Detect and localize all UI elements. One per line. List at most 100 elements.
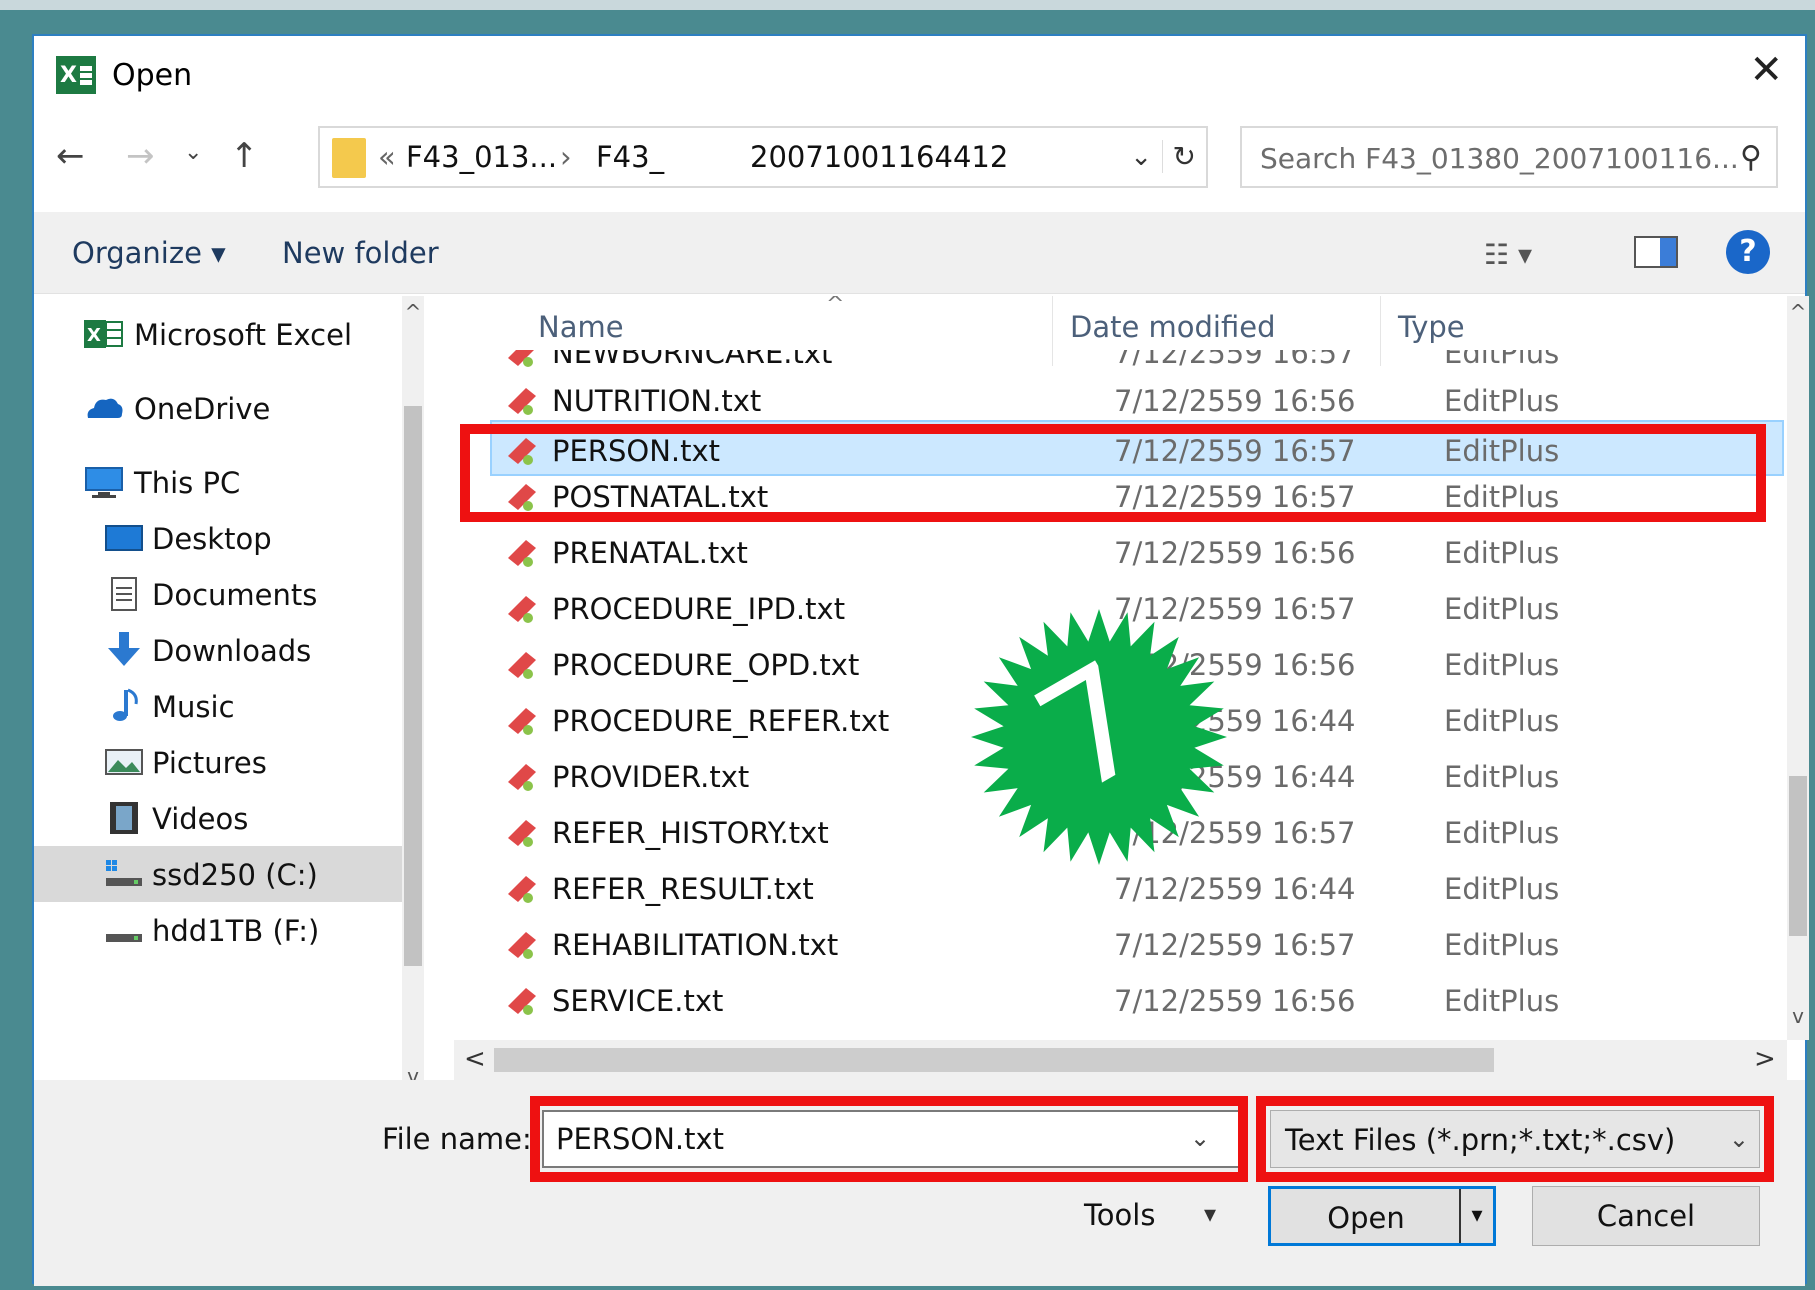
sidebar-scroll-up-icon[interactable]: ^: [402, 300, 424, 324]
sidebar-item-ssd250[interactable]: ssd250 (C:): [34, 846, 414, 902]
file-row[interactable]: REFER_RESULT.txt 7/12/2559 16:44 EditPlu…: [454, 860, 1784, 916]
sidebar-item-documents[interactable]: Documents: [34, 566, 414, 622]
scroll-down-icon[interactable]: v: [1787, 1004, 1809, 1028]
sidebar-item-hdd1tb[interactable]: hdd1TB (F:): [34, 902, 414, 958]
file-name-label: File name:: [382, 1122, 532, 1156]
recent-locations-icon[interactable]: ⌄: [184, 140, 202, 165]
scroll-right-icon[interactable]: >: [1754, 1044, 1776, 1074]
pc-icon: [85, 467, 123, 498]
pictures-icon: [105, 749, 143, 775]
sidebar-item-label: ssd250 (C:): [152, 858, 318, 892]
open-dialog: X Open ✕ ← → ⌄ ↑ « F43_013... › F43_ 200…: [32, 34, 1809, 1286]
file-list-vertical-scrollbar[interactable]: ^ v: [1787, 296, 1809, 1040]
sidebar-item-this-pc[interactable]: This PC: [34, 454, 414, 510]
tools-menu[interactable]: Tools: [1084, 1198, 1155, 1232]
sidebar-item-onedrive[interactable]: OneDrive: [34, 380, 414, 436]
tools-dropdown-icon[interactable]: ▾: [1204, 1200, 1216, 1228]
breadcrumb-item-2-prefix[interactable]: F43_: [596, 140, 664, 174]
sidebar-item-desktop[interactable]: Desktop: [34, 510, 414, 566]
file-date: 7/12/2559 16:44: [1114, 872, 1356, 906]
breadcrumb-separator[interactable]: ›: [560, 140, 572, 174]
editplus-file-icon: [508, 820, 536, 847]
help-icon[interactable]: ?: [1726, 230, 1770, 274]
sidebar-item-videos[interactable]: Videos: [34, 790, 414, 846]
search-placeholder: Search F43_01380_2007100116...: [1260, 142, 1739, 175]
file-type-filter-select[interactable]: Text Files (*.prn;*.txt;*.csv) ⌄: [1270, 1110, 1760, 1168]
refresh-icon[interactable]: ↻: [1161, 140, 1196, 173]
excel-icon: X: [84, 320, 123, 348]
vertical-scroll-thumb[interactable]: [1789, 776, 1807, 936]
horizontal-scroll-thumb[interactable]: [494, 1048, 1494, 1072]
editplus-file-icon: [508, 708, 536, 735]
open-button[interactable]: Open ▾: [1268, 1186, 1496, 1246]
file-date: 7/12/2559 16:56: [1114, 536, 1356, 570]
sidebar-item-microsoft-excel[interactable]: X Microsoft Excel: [34, 306, 414, 362]
file-list-horizontal-scrollbar[interactable]: < >: [454, 1040, 1787, 1080]
back-icon[interactable]: ←: [56, 136, 85, 176]
file-name-dropdown-icon[interactable]: ⌄: [1190, 1124, 1210, 1152]
svg-text:X: X: [87, 325, 101, 346]
editplus-file-icon: [508, 652, 536, 679]
background-strip: [0, 0, 1815, 10]
address-dropdown-icon[interactable]: ⌄: [1130, 142, 1152, 172]
file-row[interactable]: POSTNATAL.txt 7/12/2559 16:57 EditPlus: [454, 468, 1784, 524]
file-row[interactable]: REHABILITATION.txt 7/12/2559 16:57 EditP…: [454, 916, 1784, 972]
open-button-label: Open: [1327, 1201, 1405, 1235]
new-folder-button[interactable]: New folder: [282, 236, 439, 270]
file-name-input[interactable]: [542, 1110, 1242, 1168]
file-type: EditPlus: [1444, 434, 1560, 468]
sidebar-item-pictures[interactable]: Pictures: [34, 734, 414, 790]
cancel-button[interactable]: Cancel: [1532, 1186, 1760, 1246]
open-options-dropdown-icon[interactable]: ▾: [1459, 1189, 1493, 1243]
file-name: PERSON.txt: [552, 434, 721, 468]
editplus-file-icon: [508, 876, 536, 903]
file-name: PROCEDURE_OPD.txt: [552, 648, 860, 682]
sidebar-item-label: hdd1TB (F:): [152, 914, 320, 948]
forward-icon[interactable]: →: [126, 136, 155, 176]
file-name: REFER_RESULT.txt: [552, 872, 814, 906]
file-type: EditPlus: [1444, 928, 1560, 962]
editplus-file-icon: [508, 596, 536, 623]
file-date: 7/12/2559 16:57: [1114, 434, 1356, 468]
search-icon[interactable]: ⚲: [1740, 140, 1762, 175]
sidebar-item-downloads[interactable]: Downloads: [34, 622, 414, 678]
file-date: 7/12/2559 16:57: [1114, 350, 1356, 370]
breadcrumb-item-1[interactable]: F43_013...: [406, 140, 557, 174]
file-row[interactable]: SERVICE.txt 7/12/2559 16:56 EditPlus: [454, 972, 1784, 1028]
file-name: PROCEDURE_REFER.txt: [552, 704, 890, 738]
column-header-type[interactable]: Type: [1398, 310, 1465, 344]
sidebar-item-label: Videos: [152, 802, 249, 836]
scroll-left-icon[interactable]: <: [464, 1044, 486, 1074]
sidebar-scrollbar[interactable]: ^ v: [402, 296, 424, 1098]
sidebar-item-label: Microsoft Excel: [134, 318, 353, 352]
chevron-down-icon[interactable]: ⌄: [1729, 1125, 1749, 1153]
sidebar-item-music[interactable]: Music: [34, 678, 414, 734]
column-header-date-modified[interactable]: Date modified: [1070, 310, 1276, 344]
cancel-button-label: Cancel: [1596, 1199, 1696, 1233]
file-date: 7/12/2559 16:57: [1114, 480, 1356, 514]
editplus-file-icon: [508, 438, 536, 465]
videos-icon: [110, 802, 138, 834]
column-header-name[interactable]: Name: [538, 310, 624, 344]
editplus-file-icon: [508, 988, 536, 1015]
preview-pane-icon[interactable]: [1634, 236, 1678, 268]
close-icon[interactable]: ✕: [1749, 50, 1783, 90]
sidebar-scroll-thumb[interactable]: [404, 406, 422, 966]
downloads-icon: [108, 632, 140, 666]
file-type: EditPlus: [1444, 648, 1560, 682]
address-bar[interactable]: « F43_013... › F43_ 20071001164412 ⌄ ↻: [318, 126, 1208, 188]
organize-menu[interactable]: Organize ▾: [72, 236, 226, 270]
file-name: POSTNATAL.txt: [552, 480, 769, 514]
search-box[interactable]: Search F43_01380_2007100116... ⚲: [1240, 126, 1778, 188]
excel-grid-glyph: [78, 62, 94, 88]
change-view-icon[interactable]: ☷ ▾: [1484, 238, 1532, 271]
scroll-up-icon[interactable]: ^: [1787, 300, 1809, 324]
breadcrumb-item-2-suffix[interactable]: 20071001164412: [750, 140, 1008, 174]
breadcrumb-overflow[interactable]: «: [378, 140, 396, 174]
up-icon[interactable]: ↑: [230, 136, 259, 176]
navigation-pane: X Microsoft Excel OneDrive This PC Deskt…: [34, 296, 424, 1098]
file-type-filter-value: Text Files (*.prn;*.txt;*.csv): [1285, 1123, 1676, 1157]
drive-c-icon: [106, 860, 142, 886]
file-row[interactable]: PRENATAL.txt 7/12/2559 16:56 EditPlus: [454, 524, 1784, 580]
sidebar-item-label: Downloads: [152, 634, 312, 668]
